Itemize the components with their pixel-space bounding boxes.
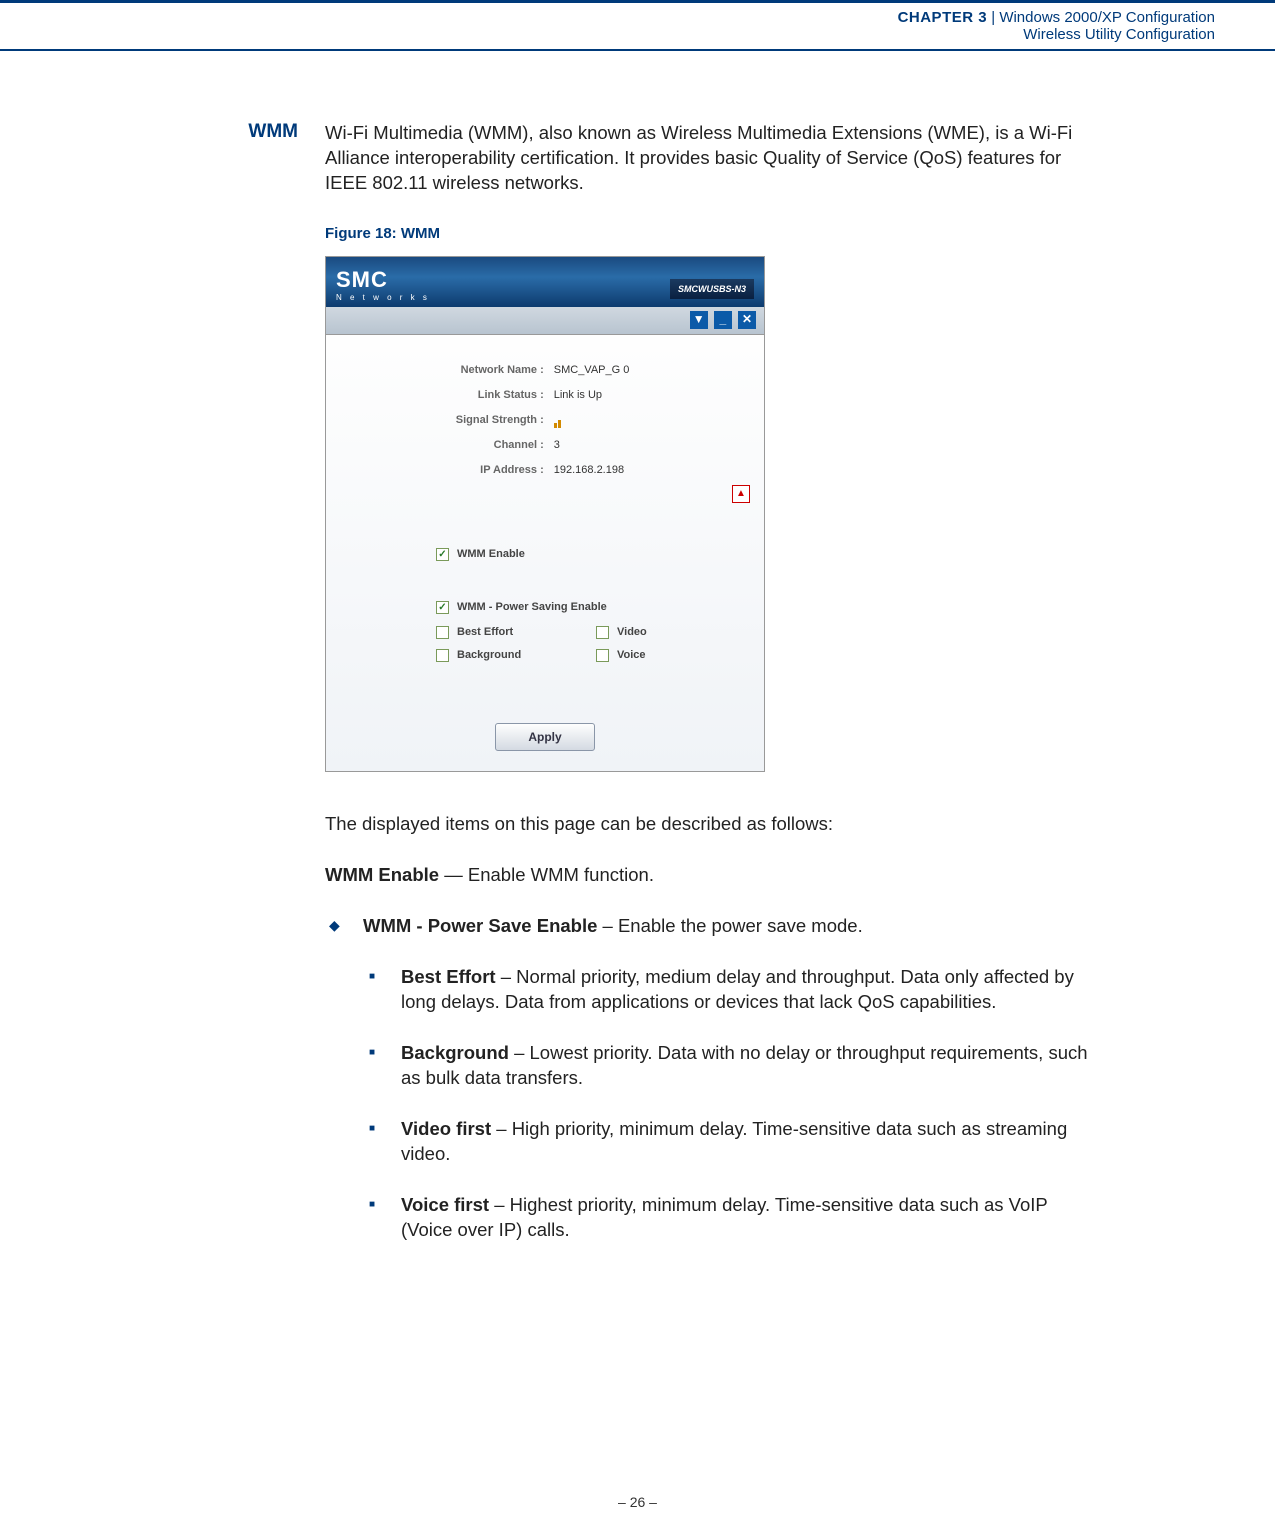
logo-main: SMC bbox=[336, 267, 388, 292]
checkbox-video[interactable] bbox=[596, 626, 609, 639]
desc-wmm-enable: WMM Enable — Enable WMM function. bbox=[325, 863, 1095, 888]
checkbox-pair-2: Background Voice bbox=[436, 648, 764, 663]
window-logo: SMC N e t w o r k s bbox=[336, 265, 430, 303]
value-channel: 3 bbox=[554, 438, 764, 453]
checkbox-row-wmm-enable[interactable]: ✓ WMM Enable bbox=[436, 547, 764, 562]
label-wmm-enable: WMM Enable bbox=[457, 547, 525, 562]
section-heading: WMM bbox=[0, 121, 310, 143]
model-badge: SMCWUSBS-N3 bbox=[670, 279, 754, 299]
info-row-link-status: Link Status : Link is Up bbox=[326, 388, 764, 403]
value-link-status: Link is Up bbox=[554, 388, 764, 403]
bullet-l2-best-effort: Best Effort – Normal priority, medium de… bbox=[401, 965, 1095, 1015]
bullet-l2-video-bold: Video first bbox=[401, 1118, 491, 1139]
window-body: Network Name : SMC_VAP_G 0 Link Status :… bbox=[326, 335, 764, 771]
label-link-status: Link Status : bbox=[326, 388, 554, 403]
bullet-l2-video-rest: – High priority, minimum delay. Time-sen… bbox=[401, 1118, 1067, 1164]
bullet-l1-rest: – Enable the power save mode. bbox=[597, 915, 862, 936]
chapter-sep: | bbox=[987, 9, 999, 26]
checkbox-wmm-ps[interactable]: ✓ bbox=[436, 601, 449, 614]
label-channel: Channel : bbox=[326, 438, 554, 453]
label-background: Background bbox=[457, 648, 521, 663]
apply-button[interactable]: Apply bbox=[495, 723, 595, 751]
bullet-l1-power-save: WMM - Power Save Enable – Enable the pow… bbox=[363, 914, 1095, 939]
utility-window: SMC N e t w o r k s SMCWUSBS-N3 ▼ _ ✕ Ne… bbox=[325, 256, 765, 772]
chapter-title: Windows 2000/XP Configuration bbox=[999, 9, 1215, 26]
label-ip: IP Address : bbox=[326, 463, 554, 478]
bullet-l2-background-bold: Background bbox=[401, 1042, 509, 1063]
collapse-toggle-icon[interactable]: ▲ bbox=[732, 485, 750, 503]
chapter-line: CHAPTER 3 | Windows 2000/XP Configuratio… bbox=[0, 9, 1215, 26]
info-row-signal: Signal Strength : bbox=[326, 413, 764, 428]
figure-caption: Figure 18: WMM bbox=[325, 224, 1095, 244]
bullet-l2-voice-bold: Voice first bbox=[401, 1194, 489, 1215]
bullet-l2-video: Video first – High priority, minimum del… bbox=[401, 1117, 1095, 1167]
signal-bars-icon bbox=[554, 413, 562, 428]
checkbox-voice[interactable] bbox=[596, 649, 609, 662]
value-network-name: SMC_VAP_G 0 bbox=[554, 363, 764, 378]
bullet-l2-best-effort-bold: Best Effort bbox=[401, 966, 496, 987]
description-intro: The displayed items on this page can be … bbox=[325, 812, 1095, 837]
chapter-subtitle: Wireless Utility Configuration bbox=[0, 26, 1215, 43]
label-voice: Voice bbox=[617, 648, 646, 663]
page-number: – 26 – bbox=[0, 1494, 1275, 1510]
bullet-l2-voice: Voice first – Highest priority, minimum … bbox=[401, 1193, 1095, 1243]
minimize-icon[interactable]: _ bbox=[714, 311, 732, 329]
bullet-l2-best-effort-rest: – Normal priority, medium delay and thro… bbox=[401, 966, 1074, 1012]
checkbox-row-best-effort[interactable]: Best Effort bbox=[436, 625, 596, 640]
checkbox-pair-1: Best Effort Video bbox=[436, 625, 764, 640]
intro-paragraph: Wi-Fi Multimedia (WMM), also known as Wi… bbox=[325, 121, 1095, 196]
window-controlbar: ▼ _ ✕ bbox=[326, 307, 764, 335]
value-signal bbox=[554, 413, 764, 428]
checkbox-best-effort[interactable] bbox=[436, 626, 449, 639]
checkbox-wmm-enable[interactable]: ✓ bbox=[436, 548, 449, 561]
logo-sub: N e t w o r k s bbox=[336, 293, 430, 304]
label-best-effort: Best Effort bbox=[457, 625, 513, 640]
checkbox-background[interactable] bbox=[436, 649, 449, 662]
info-row-network-name: Network Name : SMC_VAP_G 0 bbox=[326, 363, 764, 378]
checkbox-row-voice[interactable]: Voice bbox=[596, 648, 756, 663]
value-ip: 192.168.2.198 bbox=[554, 463, 764, 478]
close-icon[interactable]: ✕ bbox=[738, 311, 756, 329]
label-signal: Signal Strength : bbox=[326, 413, 554, 428]
label-network-name: Network Name : bbox=[326, 363, 554, 378]
checkbox-row-video[interactable]: Video bbox=[596, 625, 756, 640]
chapter-bold: CHAPTER 3 bbox=[898, 9, 988, 26]
bullet-l2-voice-rest: – Highest priority, minimum delay. Time-… bbox=[401, 1194, 1047, 1240]
page-header: CHAPTER 3 | Windows 2000/XP Configuratio… bbox=[0, 0, 1275, 51]
desc-wmm-enable-rest: — Enable WMM function. bbox=[439, 864, 654, 885]
checkbox-row-wmm-ps[interactable]: ✓ WMM - Power Saving Enable bbox=[436, 600, 764, 615]
label-video: Video bbox=[617, 625, 647, 640]
window-titlebar: SMC N e t w o r k s SMCWUSBS-N3 bbox=[326, 257, 764, 307]
dropdown-icon[interactable]: ▼ bbox=[690, 311, 708, 329]
info-row-ip: IP Address : 192.168.2.198 bbox=[326, 463, 764, 478]
info-row-channel: Channel : 3 bbox=[326, 438, 764, 453]
bullet-l1-bold: WMM - Power Save Enable bbox=[363, 915, 597, 936]
checkbox-row-background[interactable]: Background bbox=[436, 648, 596, 663]
bullet-l2-background: Background – Lowest priority. Data with … bbox=[401, 1041, 1095, 1091]
desc-wmm-enable-bold: WMM Enable bbox=[325, 864, 439, 885]
label-wmm-ps: WMM - Power Saving Enable bbox=[457, 600, 607, 615]
